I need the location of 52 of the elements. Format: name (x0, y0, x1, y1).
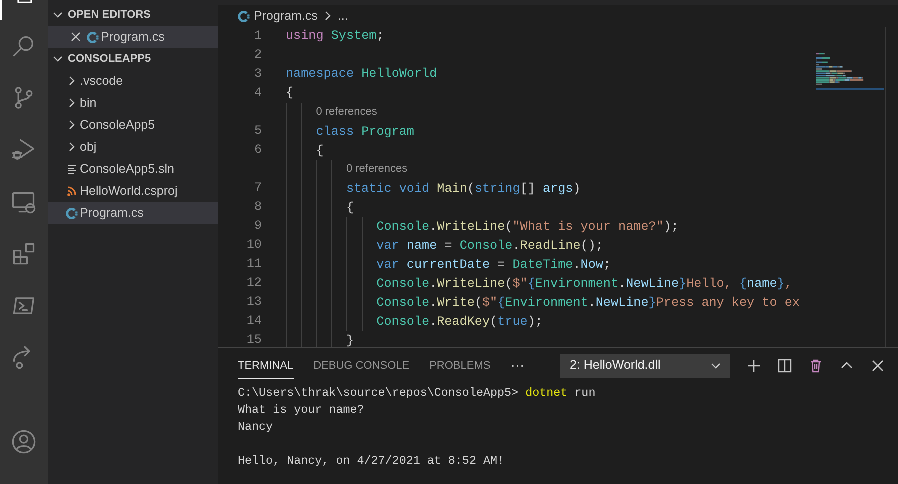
line-number: 11 (246, 256, 262, 274)
line-number: 14 (246, 313, 262, 330)
code-line: static void Main(string[] args) (286, 178, 581, 198)
file-tree-item[interactable]: Program.cs (48, 202, 218, 224)
code-line: } (286, 330, 354, 347)
code-line: { (286, 85, 294, 102)
panel-tab[interactable]: PROBLEMS (430, 352, 491, 380)
line-number: 3 (253, 66, 262, 84)
code-line: using System; (286, 28, 384, 46)
terminal-line: Hello, Nancy, on 4/27/2021 at 8:52 AM! (238, 454, 505, 468)
terminal-line: What is your name? (238, 403, 364, 417)
code-line: Console.WriteLine("What is your name?"); (286, 216, 679, 236)
file-tree-item[interactable]: .vscode (48, 70, 218, 92)
code-line: Console.Write($"{Environment.NewLine}Press any key to ex (286, 292, 800, 312)
file-tree-item[interactable]: obj (48, 136, 218, 158)
file-tree-item[interactable]: bin (48, 92, 218, 114)
code-line: Console.WriteLine($"{Environment.NewLine}Hello, {name}, (286, 274, 792, 294)
breadcrumb-item[interactable]: Program.cs (254, 6, 318, 26)
section-title[interactable]: OPEN EDITORS (68, 6, 151, 24)
line-number: 1 (253, 28, 262, 46)
line-number: 9 (253, 218, 262, 236)
line-number: 4 (253, 85, 262, 102)
line-number: 13 (246, 294, 262, 312)
terminal-line: C:\Users\thrak\source\repos\ConsoleApp5> dotnet run (238, 386, 596, 400)
code-line: var name = Console.ReadLine(); (286, 236, 604, 256)
more-actions-button[interactable]: ··· (510, 355, 525, 376)
line-number: 15 (246, 332, 262, 347)
file-tree-item[interactable]: Program.cs (48, 26, 218, 48)
panel-tab[interactable]: TERMINAL (238, 352, 294, 380)
panel-tab[interactable]: DEBUG CONSOLE (314, 352, 410, 380)
terminal-line: Nancy (238, 420, 274, 434)
terminal-select[interactable]: 2: HelloWorld.dll (560, 354, 730, 378)
code-line: class Program (286, 122, 414, 142)
line-number: 12 (246, 275, 262, 292)
code-line: namespace HelloWorld (286, 66, 438, 84)
line-number: 7 (253, 180, 262, 198)
file-tree-item[interactable]: ConsoleApp5.sln (48, 158, 218, 180)
section-title[interactable]: CONSOLEAPP5 (68, 50, 152, 68)
code-line: var currentDate = DateTime.Now; (286, 254, 612, 274)
line-number: 6 (253, 142, 262, 160)
line-number: 8 (253, 199, 262, 216)
file-tree-item[interactable]: HelloWorld.csproj (48, 180, 218, 202)
codelens-link[interactable]: 0 references (346, 161, 408, 178)
breadcrumb-item[interactable]: ... (338, 6, 348, 26)
code-line: { (286, 140, 324, 160)
line-number: 2 (253, 47, 262, 64)
codelens-link[interactable]: 0 references (316, 104, 378, 121)
line-number: 5 (253, 123, 262, 140)
file-tree-item[interactable]: ConsoleApp5 (48, 114, 218, 136)
code-line: Console.ReadKey(true); (286, 312, 543, 332)
line-number: 10 (246, 237, 262, 254)
code-line: { (286, 198, 354, 218)
